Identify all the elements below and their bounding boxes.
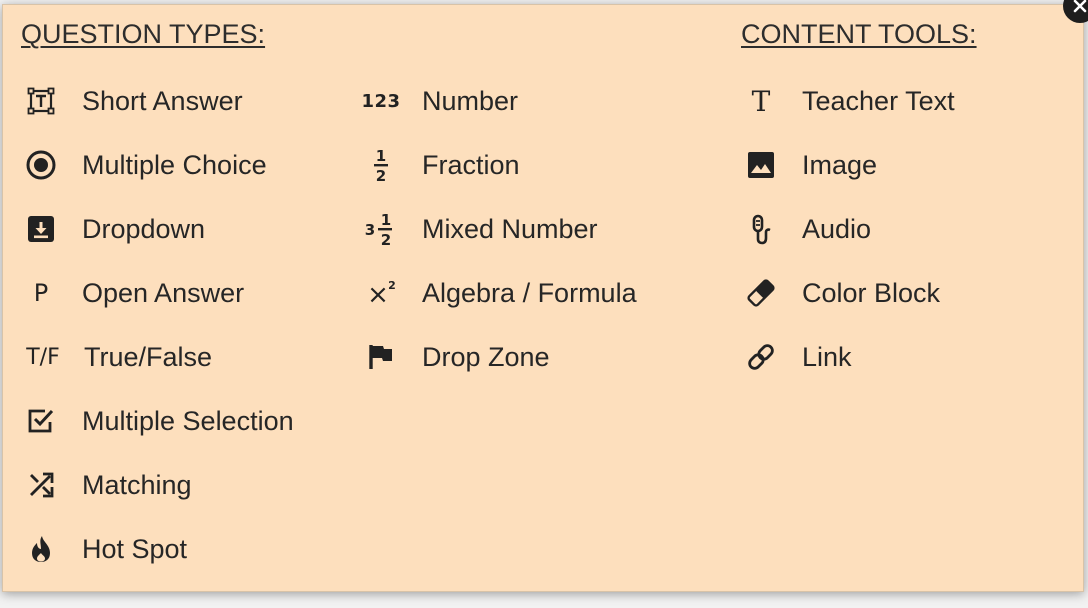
item-label: Multiple Selection xyxy=(82,405,294,436)
item-label: Color Block xyxy=(802,277,941,308)
dropdown-box-icon xyxy=(21,209,61,249)
item-true-false[interactable]: T/F True/False xyxy=(21,335,212,379)
item-algebra-formula[interactable]: × 2 Algebra / Formula xyxy=(361,271,637,315)
content-tools-heading: CONTENT TOOLS: xyxy=(741,19,977,49)
item-label: Hot Spot xyxy=(82,533,188,564)
text-box-icon xyxy=(21,81,61,121)
item-label: Drop Zone xyxy=(422,341,550,372)
item-link[interactable]: Link xyxy=(741,335,852,379)
p-letter-icon: P xyxy=(33,279,49,307)
item-open-answer[interactable]: P Open Answer xyxy=(21,271,244,315)
item-mixed-number[interactable]: 3 1 2 Mixed Number xyxy=(361,207,598,251)
item-dropdown[interactable]: Dropdown xyxy=(21,207,205,251)
exponent-icon: × 2 xyxy=(361,273,401,313)
item-drop-zone[interactable]: Drop Zone xyxy=(361,335,550,379)
item-label: Mixed Number xyxy=(422,213,598,244)
item-matching[interactable]: Matching xyxy=(21,463,192,507)
item-image[interactable]: Image xyxy=(741,143,877,187)
item-audio[interactable]: Audio xyxy=(741,207,871,251)
fraction-numerator: 1 xyxy=(376,147,386,165)
item-label: Fraction xyxy=(422,149,520,180)
item-short-answer[interactable]: Short Answer xyxy=(21,79,243,123)
fraction-icon: 1 2 xyxy=(361,145,401,185)
fraction-denominator: 2 xyxy=(376,167,386,184)
flag-icon xyxy=(361,337,401,377)
mixed-number-icon: 3 1 2 xyxy=(361,209,401,249)
true-false-icon: T/F xyxy=(26,344,60,370)
checkbox-checked-icon xyxy=(21,401,61,441)
item-label: Short Answer xyxy=(82,85,243,116)
question-types-heading: QUESTION TYPES: xyxy=(21,19,266,49)
close-icon xyxy=(1073,0,1087,13)
numbers-icon: 123 xyxy=(361,90,401,112)
link-icon xyxy=(741,337,781,377)
fire-icon xyxy=(21,529,61,569)
image-icon xyxy=(741,145,781,185)
item-teacher-text[interactable]: T Teacher Text xyxy=(741,79,955,123)
item-multiple-selection[interactable]: Multiple Selection xyxy=(21,399,294,443)
question-type-menu: QUESTION TYPES: Short Answer Multiple Ch… xyxy=(2,0,1088,592)
item-label: Open Answer xyxy=(82,277,245,308)
radio-button-icon xyxy=(21,145,61,185)
item-label: Teacher Text xyxy=(802,85,955,116)
close-button[interactable] xyxy=(1063,0,1088,23)
eraser-icon xyxy=(741,273,781,313)
mixed-denominator: 2 xyxy=(381,231,391,248)
item-label: Number xyxy=(422,85,519,116)
item-label: Multiple Choice xyxy=(82,149,267,180)
item-number[interactable]: 123 Number xyxy=(361,79,518,123)
item-label: Dropdown xyxy=(82,213,206,244)
item-fraction[interactable]: 1 2 Fraction xyxy=(361,143,520,187)
item-label: Link xyxy=(802,341,852,372)
item-hot-spot[interactable]: Hot Spot xyxy=(21,527,187,571)
shuffle-icon xyxy=(21,465,61,505)
exponent-base: × xyxy=(367,280,389,309)
item-label: Image xyxy=(802,149,878,180)
item-label: Algebra / Formula xyxy=(422,277,637,308)
exponent-power: 2 xyxy=(388,279,396,292)
item-color-block[interactable]: Color Block xyxy=(741,271,940,315)
mixed-whole: 3 xyxy=(365,221,375,239)
serif-t-icon: T xyxy=(751,84,771,118)
item-label: Matching xyxy=(82,469,192,500)
item-multiple-choice[interactable]: Multiple Choice xyxy=(21,143,267,187)
mixed-numerator: 1 xyxy=(381,211,391,229)
microphone-icon xyxy=(741,209,781,249)
item-label: True/False xyxy=(84,341,213,372)
item-label: Audio xyxy=(802,213,872,244)
